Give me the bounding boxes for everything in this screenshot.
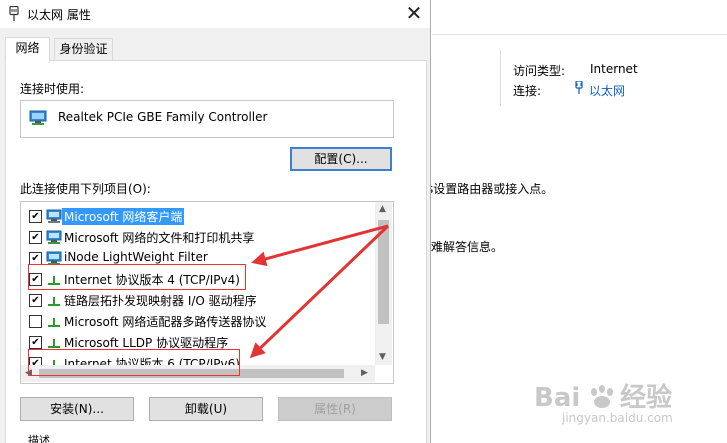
baidu-watermark: Bai 经验 jingyan.baidu.com bbox=[534, 376, 724, 429]
baidu-logo: Bai 经验 jingyan.baidu.com bbox=[534, 382, 673, 425]
svg-text:Bai: Bai bbox=[534, 383, 580, 413]
watermark-url: jingyan.baidu.com bbox=[561, 411, 673, 425]
svg-text:经验: 经验 bbox=[620, 382, 672, 413]
tab-network[interactable]: 网络 bbox=[5, 37, 50, 63]
